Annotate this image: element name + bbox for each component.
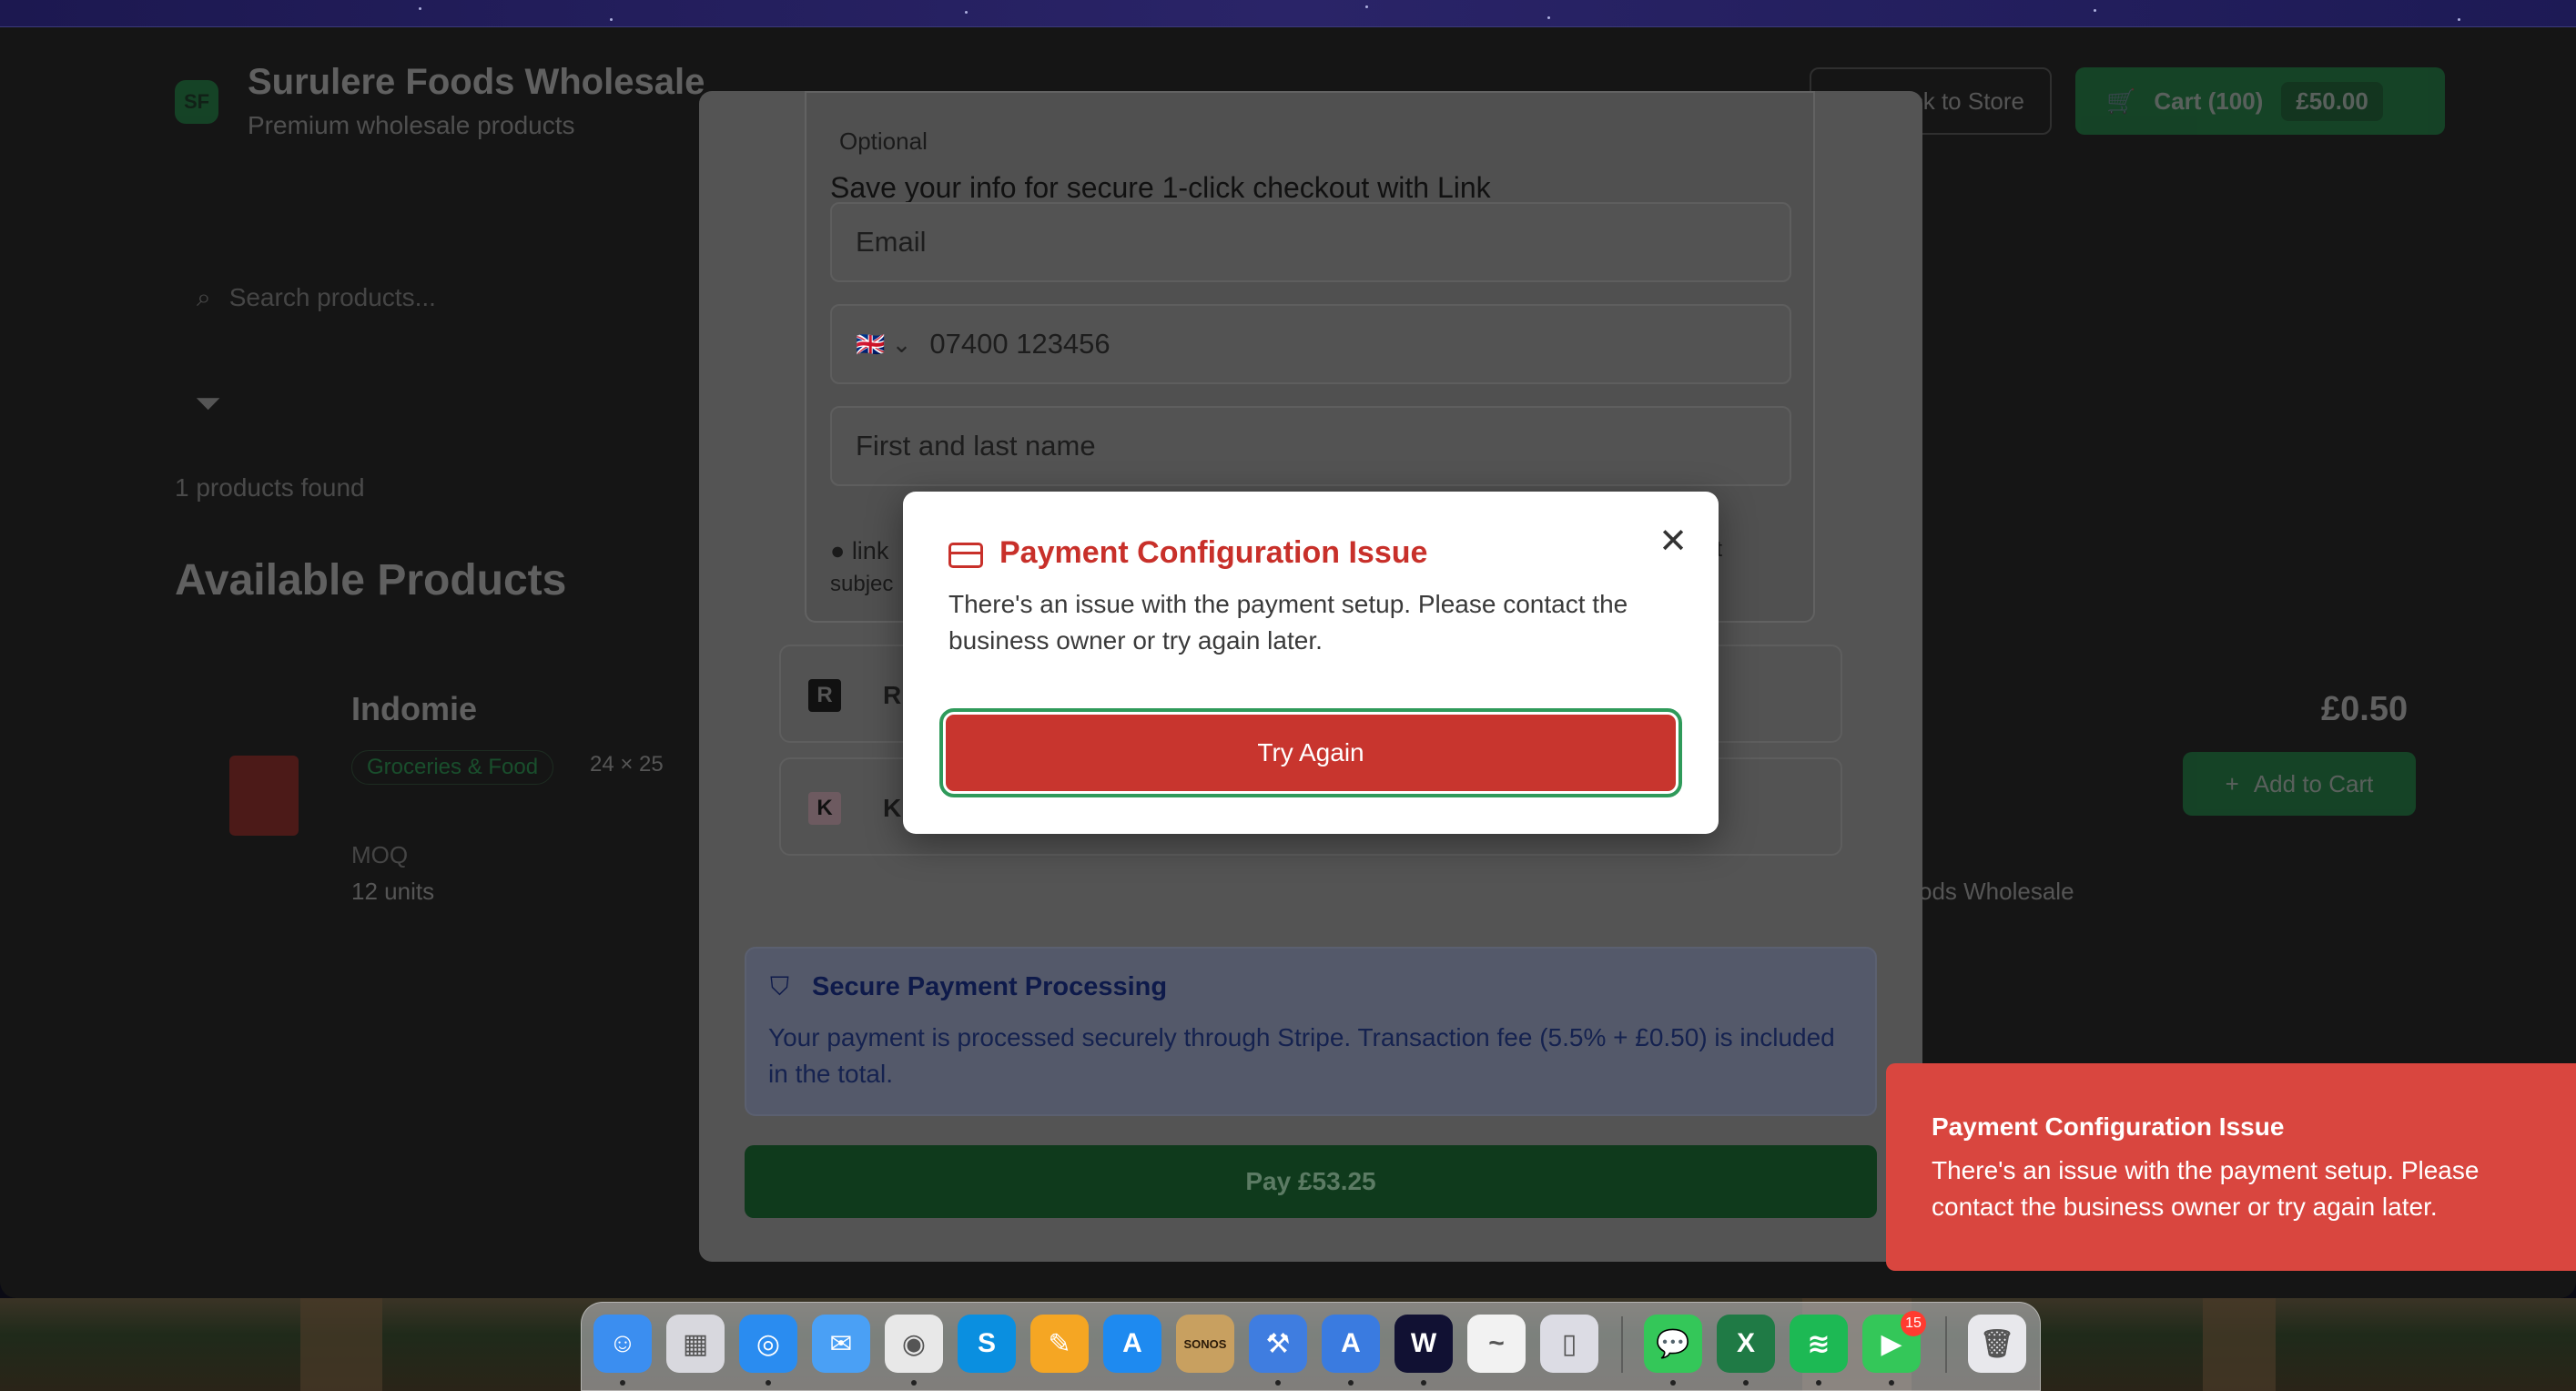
cart-total: £50.00 xyxy=(2281,81,2383,121)
name-field[interactable]: First and last name xyxy=(830,406,1791,486)
search-icon: ⌕ xyxy=(197,282,211,311)
try-again-button[interactable]: Try Again xyxy=(939,708,1682,797)
phone-field[interactable]: 🇬🇧 ⌄ 07400 123456 xyxy=(830,304,1791,384)
phone-placeholder: 07400 123456 xyxy=(929,328,1111,360)
running-indicator xyxy=(1670,1380,1676,1386)
pages-icon[interactable]: ✎ xyxy=(1030,1315,1089,1373)
link-terms-text: subjec xyxy=(830,572,894,596)
revolut-icon: R xyxy=(808,679,841,712)
product-seller: ods Wholesale xyxy=(1919,878,2074,905)
running-indicator xyxy=(766,1380,771,1386)
link-logo: ● link xyxy=(830,537,889,564)
product-pack-size: 24 × 25 xyxy=(590,752,664,777)
cart-button[interactable]: 🛒 Cart (100) £50.00 xyxy=(2075,67,2445,135)
toast-title: Payment Configuration Issue xyxy=(1932,1112,2285,1141)
klarna-icon: K xyxy=(808,792,841,825)
payment-option-label: K xyxy=(883,794,902,822)
messages-icon[interactable]: 💬 xyxy=(1644,1315,1702,1373)
iphone-mirroring-icon[interactable]: ▯ xyxy=(1540,1315,1598,1373)
close-icon[interactable]: ✕ xyxy=(1655,523,1691,561)
running-indicator xyxy=(1816,1380,1821,1386)
plus-icon: + xyxy=(2225,769,2239,797)
product-moq-label: MOQ xyxy=(351,841,409,868)
running-indicator xyxy=(1743,1380,1749,1386)
email-placeholder: Email xyxy=(856,226,927,258)
finder-icon[interactable]: ☺ xyxy=(593,1315,652,1373)
trash-icon[interactable]: 🗑 xyxy=(1968,1315,2026,1373)
toast-message: There's an issue with the payment setup.… xyxy=(1932,1156,2480,1221)
excel-icon[interactable]: X xyxy=(1717,1315,1775,1373)
launchpad-icon[interactable]: ▦ xyxy=(666,1315,725,1373)
product-price: £0.50 xyxy=(2321,690,2409,728)
dock-separator xyxy=(1945,1316,1947,1373)
cart-icon: 🛒 xyxy=(2106,86,2136,115)
safari-icon[interactable]: ◎ xyxy=(739,1315,797,1373)
secure-payment-text: Your payment is processed securely throu… xyxy=(768,1023,1835,1088)
mail-icon[interactable]: ✉ xyxy=(812,1315,870,1373)
name-placeholder: First and last name xyxy=(856,430,1096,462)
filter-icon[interactable]: ⏷ xyxy=(195,384,231,421)
running-indicator xyxy=(1275,1380,1281,1386)
freeform-icon[interactable]: ~ xyxy=(1467,1315,1526,1373)
running-indicator xyxy=(1348,1380,1354,1386)
store-subtitle: Premium wholesale products xyxy=(248,111,575,139)
xcode-icon[interactable]: ⚒ xyxy=(1249,1315,1307,1373)
add-to-cart-label: Add to Cart xyxy=(2253,769,2374,797)
webex-icon[interactable]: W xyxy=(1394,1315,1453,1373)
uk-flag-icon[interactable]: 🇬🇧 ⌄ xyxy=(856,330,911,359)
running-indicator xyxy=(1889,1380,1894,1386)
search-input[interactable]: ⌕ Search products... xyxy=(175,266,721,330)
product-name: Indomie xyxy=(351,690,478,727)
simulator-icon[interactable]: A xyxy=(1322,1315,1380,1373)
running-indicator xyxy=(620,1380,625,1386)
notification-badge: 15 xyxy=(1901,1311,1926,1336)
spotify-icon[interactable]: ≋ xyxy=(1790,1315,1848,1373)
shield-icon: ⛉ xyxy=(770,972,790,1000)
sonos-icon[interactable]: SONOS xyxy=(1176,1315,1234,1373)
modal-title: Payment Configuration Issue xyxy=(999,535,1428,570)
running-indicator xyxy=(1421,1380,1426,1386)
app-store-icon[interactable]: A xyxy=(1103,1315,1161,1373)
available-products-heading: Available Products xyxy=(175,556,567,604)
payment-option-label: R xyxy=(883,681,902,709)
credit-card-icon xyxy=(948,543,983,568)
product-image xyxy=(229,756,299,836)
optional-label: Optional xyxy=(830,127,937,156)
store-logo: SF xyxy=(175,80,218,124)
products-count: 1 products found xyxy=(175,473,365,502)
cart-label: Cart (100) xyxy=(2154,86,2264,115)
search-placeholder: Search products... xyxy=(228,283,436,311)
pay-button[interactable]: Pay £53.25 xyxy=(745,1145,1877,1218)
dock-separator xyxy=(1621,1316,1623,1373)
product-units: 12 units xyxy=(351,878,435,905)
desktop-wallpaper-top xyxy=(0,0,2576,27)
chrome-icon[interactable]: ◉ xyxy=(885,1315,943,1373)
secure-payment-title: Secure Payment Processing xyxy=(812,972,1168,1001)
link-heading: Save your info for secure 1-click checko… xyxy=(830,171,1491,204)
modal-message: There's an issue with the payment setup.… xyxy=(948,590,1628,655)
email-field[interactable]: Email xyxy=(830,202,1791,282)
add-to-cart-button[interactable]: + Add to Cart xyxy=(2183,752,2416,816)
skype-icon[interactable]: S xyxy=(958,1315,1016,1373)
product-category-badge: Groceries & Food xyxy=(351,750,554,785)
running-indicator xyxy=(911,1380,917,1386)
store-title: Surulere Foods Wholesale xyxy=(248,62,705,102)
